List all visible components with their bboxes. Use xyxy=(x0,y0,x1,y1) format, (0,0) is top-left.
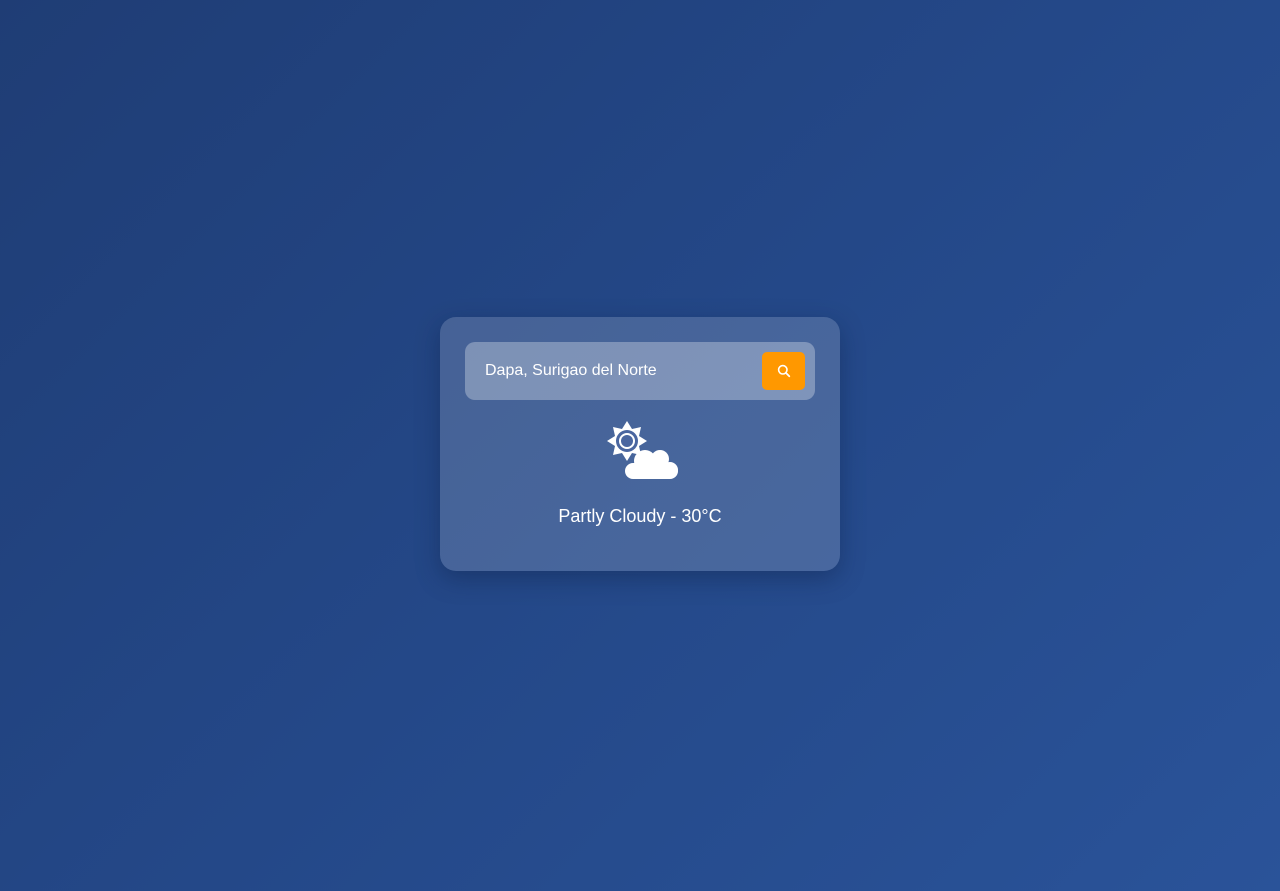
search-icon xyxy=(777,364,790,378)
weather-description: Partly Cloudy - 30°C xyxy=(558,506,722,526)
location-search-input[interactable] xyxy=(465,342,755,400)
search-button[interactable] xyxy=(762,352,805,390)
partly-cloudy-icon xyxy=(607,421,678,479)
weather-card: Partly Cloudy - 30°C xyxy=(440,317,840,571)
search-bar xyxy=(465,342,815,400)
